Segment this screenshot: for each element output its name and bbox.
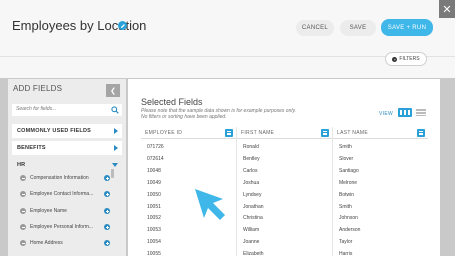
field-item-employee-contact-information[interactable]: Employee Contact Informa... [18, 190, 118, 200]
field-label: Employee Contact Informa... [30, 191, 94, 197]
field-item-compensation-information[interactable]: Compensation Information [18, 174, 118, 184]
table-cell: Christina [243, 215, 263, 222]
table-cell: Ronald [243, 144, 259, 150]
report-header: Employees by Location CANCEL SAVE SAVE +… [0, 0, 455, 56]
table-cell: Elizabeth [243, 251, 264, 256]
section-commonly-used-fields[interactable]: COMMONLY USED FIELDS [12, 124, 122, 138]
remove-field-icon[interactable] [20, 208, 26, 214]
field-label: Home Address [30, 240, 63, 246]
remove-field-icon[interactable] [20, 240, 26, 246]
section-hr[interactable]: HR [12, 158, 122, 172]
table-cell: Harris [339, 251, 353, 256]
column-view-icon[interactable] [398, 108, 412, 117]
field-item-employee-name[interactable]: Employee Name [18, 207, 118, 217]
field-label: Compensation Information [30, 175, 89, 181]
add-field-icon[interactable] [104, 240, 110, 246]
column-header[interactable]: FIRST NAME [237, 127, 332, 139]
field-label: Employee Name [30, 208, 67, 214]
save-run-button[interactable]: SAVE + RUN [381, 19, 433, 36]
table-cell: Taylor [339, 239, 353, 246]
section-label: BENEFITS [17, 145, 46, 151]
filters-button[interactable]: + FILTERS [385, 52, 427, 66]
table-cell: 10048 [147, 167, 161, 174]
table-cell: Bentley [243, 155, 260, 162]
table-cell: 10050 [147, 191, 161, 198]
column-title: LAST NAME [337, 130, 368, 136]
column-header[interactable]: LAST NAME [333, 127, 428, 139]
list-view-icon[interactable] [416, 109, 426, 116]
table-cell: Botwin [339, 191, 355, 198]
chevron-right-icon [114, 128, 118, 134]
add-fields-panel: ADD FIELDS ❮ COMMONLY USED FIELDS BENEFI… [8, 79, 126, 256]
field-label: Employee Personal Inform... [30, 224, 94, 230]
field-search-input[interactable] [16, 106, 96, 112]
add-field-icon[interactable] [104, 191, 110, 197]
section-benefits[interactable]: BENEFITS [12, 141, 122, 155]
sample-data-note-line: No filters or sorting have been applied. [141, 114, 227, 120]
table-cell: Melrone [339, 179, 358, 186]
column-header[interactable]: EMPLOYEE ID [141, 127, 236, 139]
table-cell: 10049 [147, 179, 161, 186]
table-cell: 10054 [147, 239, 161, 246]
field-item-employee-personal-information[interactable]: Employee Personal Inform... [18, 223, 118, 233]
table-cell: Jonathan [243, 203, 264, 210]
save-button[interactable]: SAVE [340, 20, 376, 36]
remove-field-icon[interactable] [20, 191, 26, 197]
column-menu-icon[interactable] [417, 129, 425, 137]
filters-label: FILTERS [399, 56, 420, 62]
table-cell: Joshua [243, 179, 260, 186]
field-item-home-address[interactable]: Home Address [18, 239, 118, 249]
table-cell: Carlos [243, 167, 258, 174]
table-cell: Santiago [339, 167, 359, 174]
table-cell: 10051 [147, 203, 161, 210]
section-label: HR [17, 162, 26, 168]
column-first-name[interactable]: FIRST NAME Ronald Bentley Carlos Joshua Lynd… [237, 127, 332, 256]
column-last-name[interactable]: LAST NAME Smith Slover Santiago Melrone Botw… [333, 127, 428, 256]
chevron-down-icon [112, 163, 118, 167]
add-field-icon[interactable] [104, 224, 110, 230]
table-cell: Slover [339, 155, 354, 162]
remove-field-icon[interactable] [20, 224, 26, 230]
edit-title-icon[interactable] [118, 21, 127, 30]
add-filter-icon: + [392, 56, 398, 62]
column-menu-icon[interactable] [321, 129, 329, 137]
table-cell: Smith [339, 144, 352, 150]
view-label: VIEW [379, 111, 393, 117]
table-cell: Smith [339, 203, 352, 210]
table-cell: 071726 [147, 144, 164, 150]
chevron-right-icon [114, 145, 118, 151]
table-cell: Lyndsey [243, 191, 262, 198]
table-cell: Anderson [339, 227, 361, 234]
selected-fields-panel: Selected Fields Please note that the sam… [128, 79, 440, 256]
table-cell: 10055 [147, 251, 161, 256]
search-icon[interactable] [111, 106, 119, 114]
table-cell: Johnson [339, 215, 358, 222]
table-cell: 072614 [147, 155, 164, 162]
column-title: FIRST NAME [241, 130, 275, 136]
table-cell: William [243, 227, 260, 234]
cancel-button[interactable]: CANCEL [296, 20, 334, 36]
sample-data-note: Please note that the sample data shown i… [141, 108, 321, 120]
table-cell: 10053 [147, 227, 161, 234]
pointer-arrow-icon [195, 189, 225, 220]
add-field-icon[interactable] [104, 175, 110, 181]
column-menu-icon[interactable] [225, 129, 233, 137]
table-cell: 10052 [147, 215, 161, 222]
field-search-box[interactable] [12, 104, 122, 116]
column-title: EMPLOYEE ID [145, 130, 183, 136]
add-field-icon[interactable] [104, 208, 110, 214]
close-icon[interactable]: ✕ [439, 0, 455, 18]
selected-fields-title: Selected Fields [141, 97, 203, 107]
remove-field-icon[interactable] [20, 175, 26, 181]
table-cell: Joanne [243, 239, 260, 246]
collapse-panel-button[interactable]: ❮ [106, 84, 120, 97]
section-label: COMMONLY USED FIELDS [17, 128, 91, 134]
add-fields-title: ADD FIELDS [13, 84, 63, 93]
